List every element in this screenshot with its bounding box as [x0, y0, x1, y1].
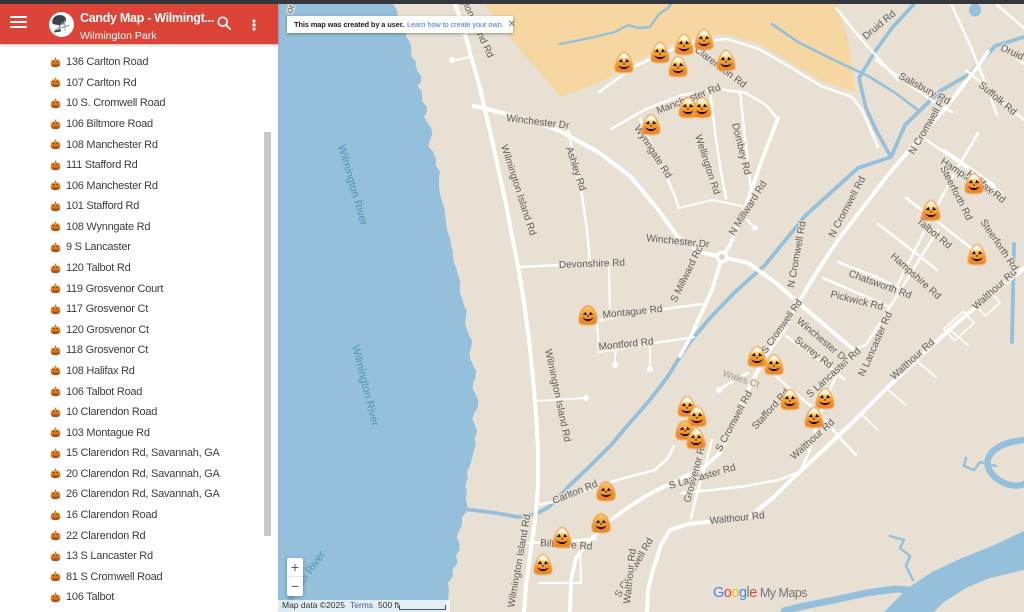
svg-text:Devonshire Rd: Devonshire Rd	[559, 258, 625, 271]
svg-text:GoogleMy Maps: GoogleMy Maps	[713, 585, 807, 601]
